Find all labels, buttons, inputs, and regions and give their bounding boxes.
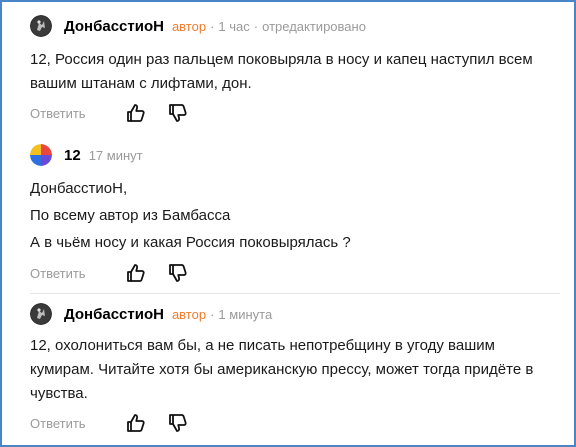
comment-text: ДонбасстиоН, (30, 180, 128, 197)
thumbs-up-icon[interactable] (126, 413, 146, 433)
comment-text: 12, Россия один раз пальцем поковыряла в… (30, 51, 533, 92)
comment-time: 1 час (218, 18, 250, 34)
comment-header: ДонбасстиоН автор · 1 минута (30, 301, 272, 327)
author-name[interactable]: ДонбасстиоН (64, 306, 164, 323)
comment: 12 17 минут ДонбасстиоН, По всему автор … (30, 142, 560, 288)
separator-dot: · (210, 18, 215, 34)
reply-button[interactable]: Ответить (30, 106, 126, 121)
thumbs-up-icon[interactable] (126, 103, 146, 123)
comments-panel: ДонбасстиоН автор · 1 час · отредактиров… (0, 0, 576, 447)
comment-header: 12 17 минут (30, 142, 143, 168)
comment-actions: Ответить (30, 262, 188, 284)
comment: ДонбасстиоН автор · 1 час · отредактиров… (30, 13, 560, 129)
separator-dot: · (210, 306, 215, 322)
comment-time: 17 минут (88, 147, 143, 163)
thumbs-down-icon[interactable] (168, 263, 188, 283)
comment-actions: Ответить (30, 412, 188, 434)
reply-button[interactable]: Ответить (30, 416, 126, 431)
comment-header: ДонбасстиоН автор · 1 час · отредактиров… (30, 13, 366, 39)
author-badge: автор (171, 18, 207, 34)
comment-text: По всему автор из Бамбасса (30, 207, 231, 224)
comment: ДонбасстиоН автор · 1 минута 12, охолони… (30, 301, 560, 435)
edited-label: отредактировано (262, 18, 366, 34)
thumbs-up-icon[interactable] (126, 263, 146, 283)
reply-button[interactable]: Ответить (30, 266, 126, 281)
divider (30, 293, 560, 294)
avatar[interactable] (30, 144, 52, 166)
comment-actions: Ответить (30, 102, 188, 124)
thumbs-down-icon[interactable] (168, 413, 188, 433)
author-badge: автор (171, 306, 207, 322)
thumbs-down-icon[interactable] (168, 103, 188, 123)
comment-text: А в чьём носу и какая Россия поковырялас… (30, 234, 351, 251)
avatar[interactable] (30, 303, 52, 325)
author-name[interactable]: ДонбасстиоН (64, 18, 164, 35)
author-name[interactable]: 12 (64, 147, 81, 164)
comment-time: 1 минута (218, 306, 273, 322)
comment-text: 12, охолониться вам бы, а не писать непо… (30, 337, 534, 402)
avatar[interactable] (30, 15, 52, 37)
separator-dot: · (253, 18, 259, 34)
